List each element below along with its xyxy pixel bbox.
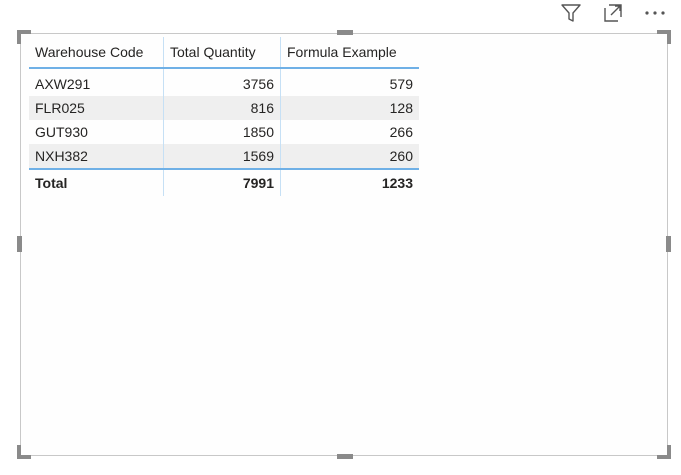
table-row[interactable]: NXH382 1569 260 — [29, 144, 419, 169]
table-row[interactable]: GUT930 1850 266 — [29, 120, 419, 144]
total-label: Total — [29, 168, 164, 196]
cell-warehouse-code: FLR025 — [29, 96, 164, 120]
resize-handle-right[interactable] — [666, 236, 671, 252]
table-header-row: Warehouse Code Total Quantity Formula Ex… — [29, 37, 419, 69]
visual-header — [559, 0, 667, 26]
total-formula-value: 1233 — [280, 168, 419, 196]
table-total-row: Total 7991 1233 — [29, 168, 419, 196]
table-row[interactable]: FLR025 816 128 — [29, 96, 419, 120]
cell-formula-example: 266 — [389, 124, 413, 140]
column-header-total-quantity[interactable]: Total Quantity — [163, 37, 281, 69]
total-quantity-value: 7991 — [163, 168, 281, 196]
cell-total-quantity: 1850 — [163, 120, 281, 144]
more-options-icon[interactable] — [643, 1, 667, 25]
data-table: Warehouse Code Total Quantity Formula Ex… — [29, 37, 419, 196]
cell-formula-example: 579 — [389, 76, 413, 92]
resize-handle-top[interactable] — [337, 30, 353, 35]
resize-handle-top-right[interactable] — [657, 30, 671, 44]
filter-icon[interactable] — [559, 1, 583, 25]
resize-handle-bottom-right[interactable] — [657, 445, 671, 459]
resize-handle-left[interactable] — [17, 236, 22, 252]
table-row[interactable]: AXW291 3756 579 — [29, 68, 419, 96]
table-visual[interactable]: Warehouse Code Total Quantity Formula Ex… — [17, 30, 671, 459]
cell-total-quantity: 816 — [163, 96, 281, 120]
cell-warehouse-code: AXW291 — [29, 68, 164, 96]
cell-warehouse-code: NXH382 — [29, 144, 164, 169]
cell-total-quantity: 3756 — [163, 68, 281, 96]
cell-formula-example: 128 — [280, 96, 419, 120]
column-header-formula-example[interactable]: Formula Example — [280, 37, 419, 69]
cell-formula-example: 260 — [280, 144, 419, 169]
cell-total-quantity: 1569 — [163, 144, 281, 169]
resize-handle-bottom-left[interactable] — [17, 445, 31, 459]
column-header-warehouse-code[interactable]: Warehouse Code — [29, 37, 164, 69]
cell-warehouse-code: GUT930 — [29, 120, 164, 144]
resize-handle-bottom[interactable] — [337, 454, 353, 459]
focus-mode-icon[interactable] — [601, 1, 625, 25]
